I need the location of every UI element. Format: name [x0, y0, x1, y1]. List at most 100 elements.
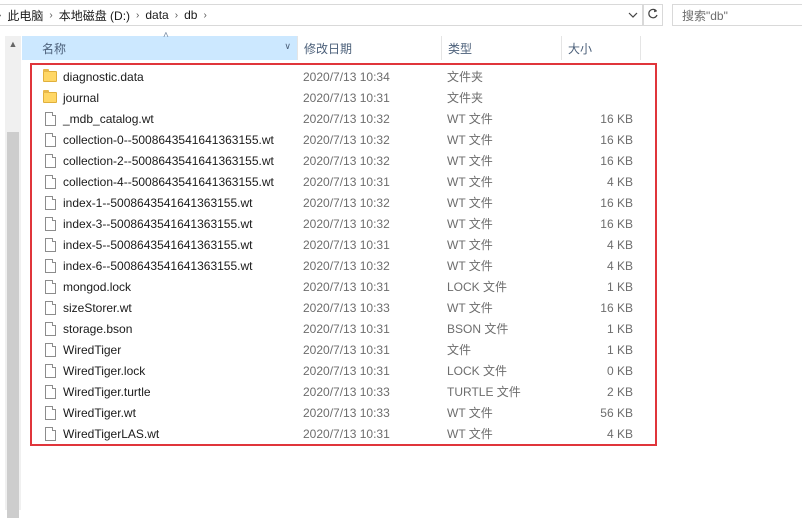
file-modified-date: 2020/7/13 10:31	[303, 342, 390, 357]
file-row[interactable]: collection-4--5008643541641363155.wt 2020…	[22, 171, 662, 192]
file-name: storage.bson	[63, 321, 133, 336]
file-icon	[42, 192, 58, 213]
file-name: WiredTiger.lock	[63, 363, 146, 378]
file-type: WT 文件	[447, 154, 493, 168]
file-row[interactable]: WiredTiger.wt 2020/7/13 10:33 WT 文件 56 KB	[22, 402, 662, 423]
file-row[interactable]: WiredTiger.lock 2020/7/13 10:31 LOCK 文件 0 K…	[22, 360, 662, 381]
file-name: collection-0--5008643541641363155.wt	[63, 132, 274, 147]
file-type: WT 文件	[447, 406, 493, 420]
file-row[interactable]: journal 2020/7/13 10:31 文件夹	[22, 87, 662, 108]
file-size: 4 KB	[606, 237, 633, 252]
file-modified-date: 2020/7/13 10:31	[303, 279, 390, 294]
file-name: sizeStorer.wt	[63, 300, 132, 315]
file-modified-date: 2020/7/13 10:32	[303, 132, 390, 147]
file-icon	[42, 255, 58, 276]
file-size: 16 KB	[600, 195, 633, 210]
file-icon	[42, 234, 58, 255]
file-modified-date: 2020/7/13 10:32	[303, 111, 390, 126]
breadcrumb-chevron-icon[interactable]: ›	[203, 10, 206, 21]
file-size: 0 KB	[606, 363, 633, 378]
file-size: 16 KB	[600, 132, 633, 147]
file-modified-date: 2020/7/13 10:31	[303, 174, 390, 189]
file-size	[567, 87, 633, 108]
file-type: WT 文件	[447, 175, 493, 189]
file-row[interactable]: collection-2--5008643541641363155.wt 2020…	[22, 150, 662, 171]
file-type: LOCK 文件	[447, 364, 508, 378]
file-row[interactable]: index-3--5008643541641363155.wt 2020/7/13…	[22, 213, 662, 234]
file-size: 16 KB	[600, 216, 633, 231]
file-row[interactable]: WiredTiger.turtle 2020/7/13 10:33 TURTLE 文…	[22, 381, 662, 402]
breadcrumb-item-drive[interactable]: 本地磁盘 (D:)	[59, 7, 130, 24]
column-filter-dropdown-icon[interactable]: ∨	[284, 41, 291, 52]
file-icon	[42, 402, 58, 423]
file-size: 16 KB	[600, 111, 633, 126]
file-type: LOCK 文件	[447, 280, 508, 294]
file-modified-date: 2020/7/13 10:32	[303, 216, 390, 231]
column-header-type[interactable]: 类型	[441, 36, 561, 60]
breadcrumb-chevron-icon[interactable]: ›	[0, 10, 1, 21]
navigation-scrollbar[interactable]: ▲	[5, 36, 21, 518]
file-name: index-1--5008643541641363155.wt	[63, 195, 253, 210]
column-header-name-label: 名称	[42, 41, 67, 56]
file-modified-date: 2020/7/13 10:31	[303, 363, 390, 378]
file-icon	[42, 171, 58, 192]
column-header-size-label: 大小	[568, 41, 593, 56]
file-row[interactable]: diagnostic.data 2020/7/13 10:34 文件夹	[22, 66, 662, 87]
file-row[interactable]: WiredTigerLAS.wt 2020/7/13 10:31 WT 文件 4 KB	[22, 423, 662, 444]
breadcrumb-item-this-pc[interactable]: 此电脑	[7, 7, 43, 24]
file-name: _mdb_catalog.wt	[63, 111, 154, 126]
column-header-date[interactable]: 修改日期	[297, 36, 441, 60]
file-icon	[42, 381, 58, 402]
file-type: 文件夹	[447, 70, 484, 84]
file-modified-date: 2020/7/13 10:33	[303, 384, 390, 399]
breadcrumb-chevron-icon[interactable]: ›	[175, 10, 178, 21]
file-row[interactable]: index-5--5008643541641363155.wt 2020/7/13…	[22, 234, 662, 255]
file-icon	[42, 297, 58, 318]
file-modified-date: 2020/7/13 10:31	[303, 426, 390, 441]
file-row[interactable]: sizeStorer.wt 2020/7/13 10:33 WT 文件 16 KB	[22, 297, 662, 318]
file-size: 1 KB	[606, 279, 633, 294]
file-modified-date: 2020/7/13 10:32	[303, 258, 390, 273]
file-icon	[42, 213, 58, 234]
scroll-up-arrow-icon[interactable]: ▲	[5, 36, 21, 52]
file-modified-date: 2020/7/13 10:31	[303, 237, 390, 252]
file-row[interactable]: WiredTiger 2020/7/13 10:31 文件 1 KB	[22, 339, 662, 360]
search-input[interactable]: 搜索"db"	[672, 4, 802, 26]
file-row[interactable]: storage.bson 2020/7/13 10:31 BSON 文件 1 KB	[22, 318, 662, 339]
file-icon	[42, 318, 58, 339]
file-modified-date: 2020/7/13 10:34	[303, 69, 390, 84]
file-icon	[42, 360, 58, 381]
file-type: TURTLE 文件	[447, 385, 521, 399]
file-row[interactable]: _mdb_catalog.wt 2020/7/13 10:32 WT 文件 16 KB	[22, 108, 662, 129]
file-row[interactable]: collection-0--5008643541641363155.wt 2020…	[22, 129, 662, 150]
file-row[interactable]: mongod.lock 2020/7/13 10:31 LOCK 文件 1 KB	[22, 276, 662, 297]
file-icon	[42, 339, 58, 360]
column-header-name[interactable]: ˄ 名称 ∨	[22, 30, 297, 60]
file-icon	[42, 150, 58, 171]
column-header-type-label: 类型	[448, 41, 473, 56]
file-row[interactable]: index-6--5008643541641363155.wt 2020/7/13…	[22, 255, 662, 276]
breadcrumb-chevron-icon[interactable]: ›	[136, 10, 139, 21]
file-type: WT 文件	[447, 259, 493, 273]
file-size: 16 KB	[600, 153, 633, 168]
file-name: diagnostic.data	[63, 69, 144, 84]
breadcrumb-item-db[interactable]: db	[184, 8, 197, 22]
file-row[interactable]: index-1--5008643541641363155.wt 2020/7/13…	[22, 192, 662, 213]
column-header: ˄ 名称 ∨ 修改日期 类型 大小	[22, 30, 802, 60]
refresh-icon	[647, 8, 659, 23]
file-name: mongod.lock	[63, 279, 132, 294]
file-icon	[42, 276, 58, 297]
column-header-size[interactable]: 大小	[561, 36, 641, 60]
file-type: BSON 文件	[447, 322, 509, 336]
file-name: WiredTiger.wt	[63, 405, 136, 420]
address-bar[interactable]: › 此电脑 › 本地磁盘 (D:) › data › db ›	[0, 4, 643, 26]
breadcrumb-chevron-icon[interactable]: ›	[49, 10, 52, 21]
file-name: index-5--5008643541641363155.wt	[63, 237, 253, 252]
scrollbar-thumb[interactable]	[7, 132, 19, 518]
folder-icon	[42, 66, 58, 87]
refresh-button[interactable]	[643, 4, 663, 26]
column-header-date-label: 修改日期	[304, 41, 353, 56]
file-size: 16 KB	[600, 300, 633, 315]
address-history-dropdown-icon[interactable]	[624, 5, 642, 25]
breadcrumb-item-data[interactable]: data	[145, 8, 168, 22]
